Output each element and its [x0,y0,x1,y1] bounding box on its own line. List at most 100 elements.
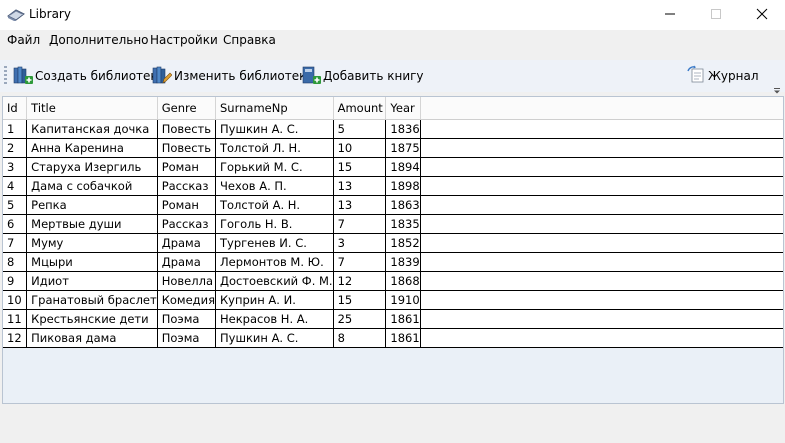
cell-title[interactable]: Старуха Изергиль [26,157,158,177]
table-row[interactable]: 5 Репка Роман Толстой А. Н. 13 1863 [3,195,783,215]
cell-year[interactable]: 1861 [385,309,421,329]
cell-amount[interactable]: 10 [333,138,387,158]
cell-surnamenp[interactable]: Некрасов Н. А. [215,309,334,329]
column-header-title[interactable]: Title [26,97,158,120]
cell-surnamenp[interactable]: Толстой А. Н. [215,195,334,215]
cell-year[interactable]: 1861 [385,328,421,348]
create-library-button[interactable]: Создать библиотеку [13,66,165,86]
cell-id[interactable]: 1 [3,119,28,139]
cell-year[interactable]: 1894 [385,157,421,177]
cell-id[interactable]: 7 [3,233,28,253]
cell-surnamenp[interactable]: Куприн А. И. [215,290,334,310]
column-header-year[interactable]: Year [385,97,421,120]
minimize-button[interactable] [647,0,693,30]
cell-title[interactable]: Капитанская дочка [26,119,158,139]
menu-help[interactable]: Справка [223,33,276,47]
menu-settings[interactable]: Настройки [150,33,218,47]
cell-id[interactable]: 11 [3,309,28,329]
cell-surnamenp[interactable]: Достоевский Ф. М. [215,271,334,291]
cell-genre[interactable]: Рассказ [157,214,217,234]
add-book-button[interactable]: Добавить книгу [301,66,424,86]
close-button[interactable] [739,0,785,30]
cell-genre[interactable]: Роман [157,195,217,215]
cell-title[interactable]: Гранатовый браслет [26,290,158,310]
table-row[interactable]: 7 Муму Драма Тургенев И. С. 3 1852 [3,233,783,253]
cell-title[interactable]: Дама с собачкой [26,176,158,196]
table-row[interactable]: 3 Старуха Изергиль Роман Горький М. С. 15 189… [3,157,783,177]
cell-amount[interactable]: 25 [333,309,387,329]
table-row[interactable]: 4 Дама с собачкой Рассказ Чехов А. П. 13 1898 [3,176,783,196]
cell-id[interactable]: 9 [3,271,28,291]
cell-id[interactable]: 6 [3,214,28,234]
cell-amount[interactable]: 5 [333,119,387,139]
cell-genre[interactable]: Драма [157,233,217,253]
cell-year[interactable]: 1836 [385,119,421,139]
column-header-id[interactable]: Id [3,97,28,120]
cell-amount[interactable]: 12 [333,271,387,291]
menu-file[interactable]: Файл [7,33,40,47]
table-row[interactable]: 1 Капитанская дочка Повесть Пушкин А. С. 5 18… [3,119,783,139]
cell-genre[interactable]: Драма [157,252,217,272]
table-row[interactable]: 11 Крестьянские дети Поэма Некрасов Н. А. 25… [3,309,783,329]
column-header-surnamenp[interactable]: SurnameNp [215,97,334,120]
cell-id[interactable]: 3 [3,157,28,177]
cell-genre[interactable]: Роман [157,157,217,177]
cell-title[interactable]: Мертвые души [26,214,158,234]
cell-year[interactable]: 1852 [385,233,421,253]
table-row[interactable]: 10 Гранатовый браслет Комедия Куприн А. И. 1… [3,290,783,310]
cell-title[interactable]: Анна Каренина [26,138,158,158]
cell-year[interactable]: 1868 [385,271,421,291]
cell-title[interactable]: Репка [26,195,158,215]
cell-amount[interactable]: 15 [333,290,387,310]
cell-amount[interactable]: 15 [333,157,387,177]
cell-genre[interactable]: Поэма [157,309,217,329]
cell-surnamenp[interactable]: Пушкин А. С. [215,328,334,348]
cell-amount[interactable]: 8 [333,328,387,348]
column-header-genre[interactable]: Genre [157,97,217,120]
cell-surnamenp[interactable]: Горький М. С. [215,157,334,177]
cell-id[interactable]: 4 [3,176,28,196]
edit-library-button[interactable]: Изменить библиотеку [152,66,313,86]
cell-id[interactable]: 5 [3,195,28,215]
cell-id[interactable]: 10 [3,290,28,310]
cell-year[interactable]: 1863 [385,195,421,215]
cell-year[interactable]: 1910 [385,290,421,310]
cell-surnamenp[interactable]: Лермонтов М. Ю. [215,252,334,272]
table-row[interactable]: 6 Мертвые души Рассказ Гоголь Н. В. 7 1835 [3,214,783,234]
cell-id[interactable]: 12 [3,328,28,348]
cell-amount[interactable]: 13 [333,195,387,215]
cell-title[interactable]: Муму [26,233,158,253]
cell-year[interactable]: 1839 [385,252,421,272]
cell-year[interactable]: 1835 [385,214,421,234]
cell-surnamenp[interactable]: Пушкин А. С. [215,119,334,139]
cell-amount[interactable]: 7 [333,214,387,234]
cell-genre[interactable]: Рассказ [157,176,217,196]
cell-surnamenp[interactable]: Гоголь Н. В. [215,214,334,234]
cell-surnamenp[interactable]: Тургенев И. С. [215,233,334,253]
cell-genre[interactable]: Комедия [157,290,217,310]
maximize-button[interactable] [693,0,739,30]
cell-id[interactable]: 2 [3,138,28,158]
table-row[interactable]: 12 Пиковая дама Поэма Пушкин А. С. 8 1861 [3,328,783,348]
cell-amount[interactable]: 7 [333,252,387,272]
cell-year[interactable]: 1898 [385,176,421,196]
books-table[interactable]: Id Title Genre SurnameNp Amount Year 1 Ка… [2,96,784,404]
cell-year[interactable]: 1875 [385,138,421,158]
cell-genre[interactable]: Повесть [157,138,217,158]
cell-title[interactable]: Идиот [26,271,158,291]
cell-title[interactable]: Пиковая дама [26,328,158,348]
cell-genre[interactable]: Новелла [157,271,217,291]
menu-additional[interactable]: Дополнительно [49,33,149,47]
table-row[interactable]: 8 Мцыри Драма Лермонтов М. Ю. 7 1839 [3,252,783,272]
cell-surnamenp[interactable]: Чехов А. П. [215,176,334,196]
cell-genre[interactable]: Повесть [157,119,217,139]
cell-id[interactable]: 8 [3,252,28,272]
cell-surnamenp[interactable]: Толстой Л. Н. [215,138,334,158]
cell-genre[interactable]: Поэма [157,328,217,348]
table-row[interactable]: 2 Анна Каренина Повесть Толстой Л. Н. 10 1875 [3,138,783,158]
journal-button[interactable]: Журнал [686,65,759,86]
toolbar-overflow-icon[interactable] [773,83,781,94]
cell-title[interactable]: Крестьянские дети [26,309,158,329]
column-header-amount[interactable]: Amount [333,97,387,120]
toolbar-grip[interactable] [4,66,7,86]
